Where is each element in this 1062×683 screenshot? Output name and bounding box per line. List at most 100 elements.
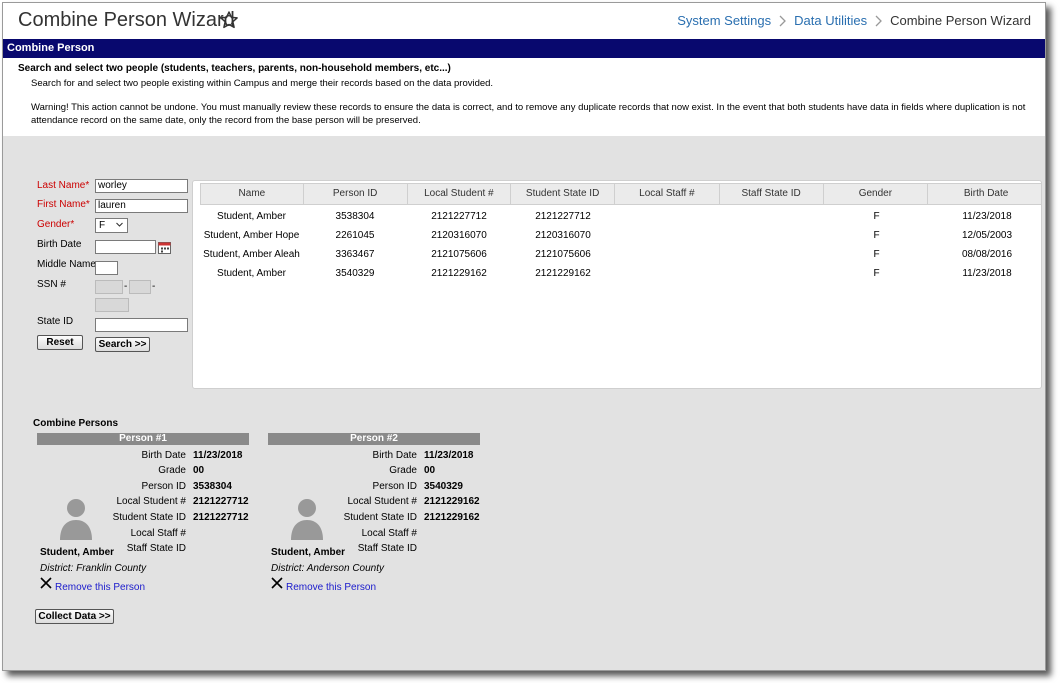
gender-select[interactable]: F bbox=[95, 218, 128, 233]
person-id-field-label: Person ID bbox=[372, 481, 417, 492]
column-header-student-state-id[interactable]: Student State ID bbox=[511, 184, 615, 204]
grade-field-label: Grade bbox=[158, 465, 186, 476]
person-2-person-id: 3540329 bbox=[424, 481, 463, 492]
cell-person-id: 2261045 bbox=[335, 230, 375, 241]
remove-x-icon[interactable] bbox=[271, 577, 283, 589]
cell-student-state-id: 2121075606 bbox=[535, 249, 591, 260]
person-2-header: Person #2 bbox=[268, 433, 480, 445]
cell-name: Student, Amber bbox=[217, 211, 286, 222]
cell-local-student: 2121227712 bbox=[431, 211, 487, 222]
warning-text: Warning! This action cannot be undone. Y… bbox=[31, 102, 1026, 113]
cell-student-state-id: 2120316070 bbox=[535, 230, 591, 241]
table-row[interactable]: Student, Amber 3538304 2121227712 212122… bbox=[200, 208, 1041, 227]
ssn-part1-input[interactable] bbox=[95, 280, 123, 294]
breadcrumb-data-utilities[interactable]: Data Utilities bbox=[794, 13, 867, 28]
column-header-gender[interactable]: Gender bbox=[824, 184, 929, 204]
page-title: Combine Person Wizard bbox=[18, 9, 235, 31]
last-name-input[interactable]: worley bbox=[95, 179, 188, 193]
grade-field-label: Grade bbox=[389, 465, 417, 476]
person-2-name: Student, Amber bbox=[271, 547, 346, 558]
column-header-local-staff[interactable]: Local Staff # bbox=[615, 184, 720, 204]
column-header-local-student[interactable]: Local Student # bbox=[408, 184, 512, 204]
last-name-label: Last Name* bbox=[37, 180, 90, 191]
birth-date-field-label: Birth Date bbox=[372, 450, 417, 461]
first-name-label: First Name* bbox=[37, 199, 90, 210]
person-2-grade: 00 bbox=[424, 465, 436, 476]
cell-local-staff bbox=[615, 265, 720, 284]
search-button[interactable]: Search >> bbox=[95, 337, 150, 352]
state-id-input[interactable] bbox=[95, 318, 188, 332]
middle-name-label: Middle Name bbox=[37, 259, 96, 270]
collect-data-button[interactable]: Collect Data >> bbox=[35, 609, 114, 624]
ssn-part3-input[interactable] bbox=[95, 298, 129, 312]
table-row[interactable]: Student, Amber Aleah 3363467 2121075606 … bbox=[200, 246, 1041, 265]
cell-gender: F bbox=[873, 211, 880, 222]
ssn-part2-input[interactable] bbox=[129, 280, 151, 294]
combine-persons-title: Combine Persons bbox=[33, 418, 119, 429]
reset-button[interactable]: Reset bbox=[37, 335, 83, 350]
cell-staff-state-id bbox=[720, 208, 824, 227]
remove-x-icon[interactable] bbox=[40, 577, 52, 589]
cell-person-id: 3363467 bbox=[335, 249, 375, 260]
grid-header: Name Person ID Local Student # Student S… bbox=[200, 183, 1041, 205]
column-header-name[interactable]: Name bbox=[201, 184, 304, 204]
cell-local-student: 2121229162 bbox=[431, 268, 487, 279]
column-header-person-id[interactable]: Person ID bbox=[304, 184, 408, 204]
chevron-down-icon bbox=[116, 222, 123, 227]
person-2-student-state-id: 2121229162 bbox=[424, 512, 480, 523]
ssn-label: SSN # bbox=[37, 279, 66, 290]
person-avatar-icon bbox=[60, 499, 92, 540]
cell-name: Student, Amber bbox=[217, 268, 286, 279]
cell-gender: F bbox=[873, 268, 880, 279]
remove-person-2-link[interactable]: Remove this Person bbox=[286, 582, 376, 593]
top-bar: Combine Person Wizard System Settings Da… bbox=[3, 3, 1045, 39]
cell-birth-date: 11/23/2018 bbox=[962, 268, 1012, 279]
first-name-input[interactable]: lauren bbox=[95, 199, 188, 213]
column-header-birth-date[interactable]: Birth Date bbox=[928, 184, 1041, 204]
search-results-grid: Name Person ID Local Student # Student S… bbox=[192, 180, 1042, 389]
cell-local-student: 2121075606 bbox=[431, 249, 487, 260]
person-avatar-icon bbox=[291, 499, 323, 540]
cell-birth-date: 08/08/2016 bbox=[961, 249, 1013, 260]
cell-gender: F bbox=[873, 230, 880, 241]
middle-name-input[interactable] bbox=[95, 261, 118, 275]
cell-name: Student, Amber Aleah bbox=[203, 249, 300, 260]
cell-birth-date: 11/23/2018 bbox=[962, 211, 1012, 222]
cell-local-staff bbox=[615, 208, 720, 227]
table-row[interactable]: Student, Amber 3540329 2121229162 212122… bbox=[200, 265, 1041, 284]
breadcrumb: System Settings Data Utilities Combine P… bbox=[677, 13, 1031, 28]
breadcrumb-current: Combine Person Wizard bbox=[890, 13, 1031, 28]
breadcrumb-system-settings[interactable]: System Settings bbox=[677, 13, 771, 28]
birth-date-field-label: Birth Date bbox=[141, 450, 186, 461]
cell-birth-date: 12/05/2003 bbox=[961, 230, 1013, 241]
calendar-icon[interactable] bbox=[158, 241, 171, 254]
ssn-separator: - bbox=[152, 281, 156, 292]
birth-date-input[interactable] bbox=[95, 240, 156, 254]
intro-panel: Search and select two people (students, … bbox=[3, 58, 1045, 136]
work-area: Last Name* worley First Name* lauren Gen… bbox=[3, 136, 1045, 670]
cell-gender: F bbox=[873, 249, 880, 260]
cell-local-student: 2120316070 bbox=[431, 230, 487, 241]
person-2-district: District: Anderson County bbox=[271, 563, 385, 574]
intro-heading: Search and select two people (students, … bbox=[18, 63, 451, 74]
remove-person-1-link[interactable]: Remove this Person bbox=[55, 582, 145, 593]
app-window: Combine Person Wizard System Settings Da… bbox=[2, 2, 1046, 671]
section-header: Combine Person bbox=[3, 39, 1045, 58]
grid-body: Student, Amber 3538304 2121227712 212122… bbox=[200, 208, 1041, 284]
cell-staff-state-id bbox=[720, 227, 824, 246]
person-1-grade: 00 bbox=[193, 465, 205, 476]
gender-selected-value: F bbox=[99, 220, 106, 231]
chevron-right-icon bbox=[779, 15, 787, 26]
cell-person-id: 3540329 bbox=[335, 268, 375, 279]
state-id-label: State ID bbox=[37, 316, 74, 327]
column-header-staff-state-id[interactable]: Staff State ID bbox=[720, 184, 824, 204]
favorite-star-icon[interactable] bbox=[219, 10, 239, 30]
person-1-header: Person #1 bbox=[37, 433, 249, 445]
person-2-local-student: 2121229162 bbox=[424, 496, 480, 507]
person-id-field-label: Person ID bbox=[141, 481, 186, 492]
cell-local-staff bbox=[615, 246, 720, 265]
table-row[interactable]: Student, Amber Hope 2261045 2120316070 2… bbox=[200, 227, 1041, 246]
cell-name: Student, Amber Hope bbox=[203, 230, 300, 241]
cell-student-state-id: 2121229162 bbox=[535, 268, 591, 279]
person-1-name: Student, Amber bbox=[40, 547, 115, 558]
